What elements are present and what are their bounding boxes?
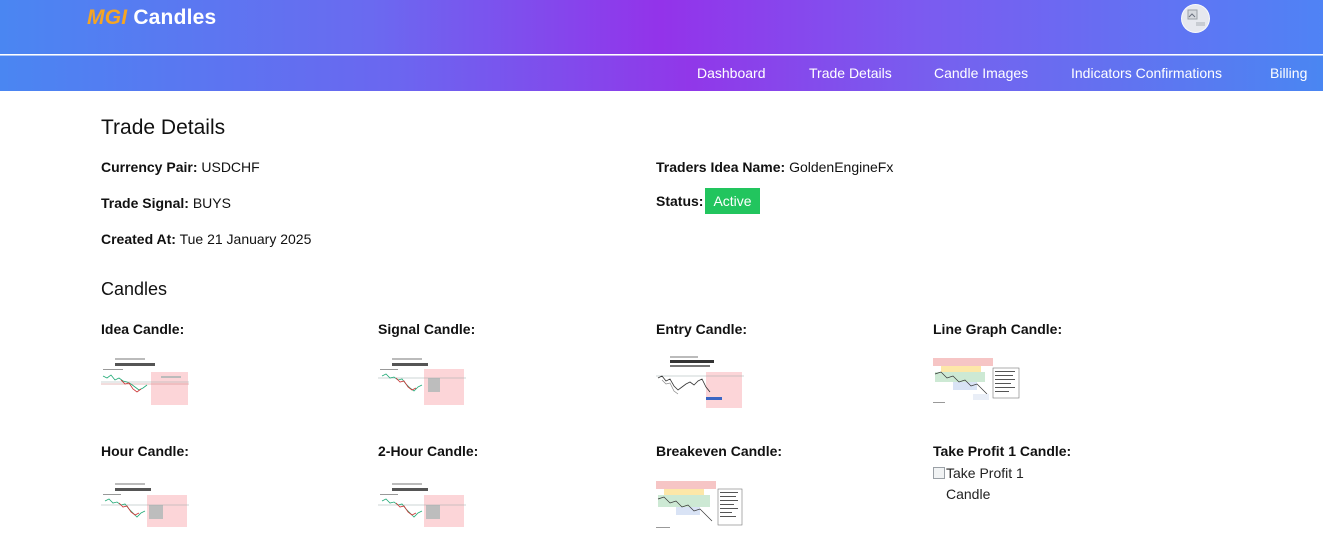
entry-candle-label: Entry Candle: [656, 321, 748, 337]
two-hour-candle-label: 2-Hour Candle: [378, 443, 479, 459]
entry-candle-image[interactable] [656, 354, 746, 410]
nav-candle-images[interactable]: Candle Images [934, 65, 1028, 81]
take-profit-1-candle-label: Take Profit 1 Candle: [933, 443, 1072, 459]
nav-indicators-confirmations[interactable]: Indicators Confirmations [1071, 65, 1222, 81]
breakeven-candle-label: Breakeven Candle: [656, 443, 783, 459]
created-at-value: Tue 21 January 2025 [179, 231, 312, 247]
trade-signal-label: Trade Signal: [101, 195, 189, 211]
take-profit-1-candle-alt-text: Take Profit 1 Candle [946, 465, 1024, 502]
status-field: Status: Active [656, 188, 760, 214]
page-title: Trade Details [101, 116, 226, 139]
nav-billing[interactable]: Billing [1270, 65, 1307, 81]
currency-pair-label: Currency Pair: [101, 159, 198, 175]
line-graph-candle-image[interactable] [933, 354, 1023, 410]
breakeven-candle-image[interactable] [656, 477, 746, 533]
main-nav: Dashboard Trade Details Candle Images In… [0, 55, 1323, 91]
broken-image-icon [1187, 9, 1205, 26]
nav-trade-details[interactable]: Trade Details [809, 65, 892, 81]
traders-idea-label: Traders Idea Name: [656, 159, 786, 175]
hour-candle-label: Hour Candle: [101, 443, 189, 459]
created-at-field: Created At: Tue 21 January 2025 [101, 231, 311, 247]
trade-signal-field: Trade Signal: BUYS [101, 195, 231, 211]
trade-signal-value: BUYS [192, 195, 231, 211]
traders-idea-field: Traders Idea Name: GoldenEngineFx [656, 159, 893, 175]
idea-candle-label: Idea Candle: [101, 321, 185, 337]
two-hour-candle-image[interactable] [378, 477, 468, 533]
created-at-label: Created At: [101, 231, 176, 247]
nav-dashboard[interactable]: Dashboard [697, 65, 766, 81]
take-profit-1-candle-image[interactable]: Take Profit 1 Candle [933, 463, 1036, 505]
brand-name: Candles [133, 6, 217, 29]
status-badge: Active [705, 188, 760, 214]
signal-candle-image[interactable] [378, 354, 468, 410]
main-content: Trade Details Currency Pair: USDCHF Trad… [0, 91, 1323, 560]
broken-image-icon [933, 467, 945, 479]
line-graph-candle-label: Line Graph Candle: [933, 321, 1063, 337]
traders-idea-value: GoldenEngineFx [789, 159, 894, 175]
avatar[interactable] [1181, 4, 1210, 33]
currency-pair-field: Currency Pair: USDCHF [101, 159, 260, 175]
candles-section-title: Candles [101, 279, 168, 299]
app-header: MGI Candles [0, 0, 1323, 54]
idea-candle-image[interactable] [101, 354, 191, 410]
signal-candle-label: Signal Candle: [378, 321, 476, 337]
brand-logo[interactable]: MGI Candles [87, 6, 216, 30]
status-label: Status: [656, 193, 704, 209]
currency-pair-value: USDCHF [201, 159, 260, 175]
hour-candle-image[interactable] [101, 477, 191, 533]
brand-prefix: MGI [87, 6, 128, 29]
